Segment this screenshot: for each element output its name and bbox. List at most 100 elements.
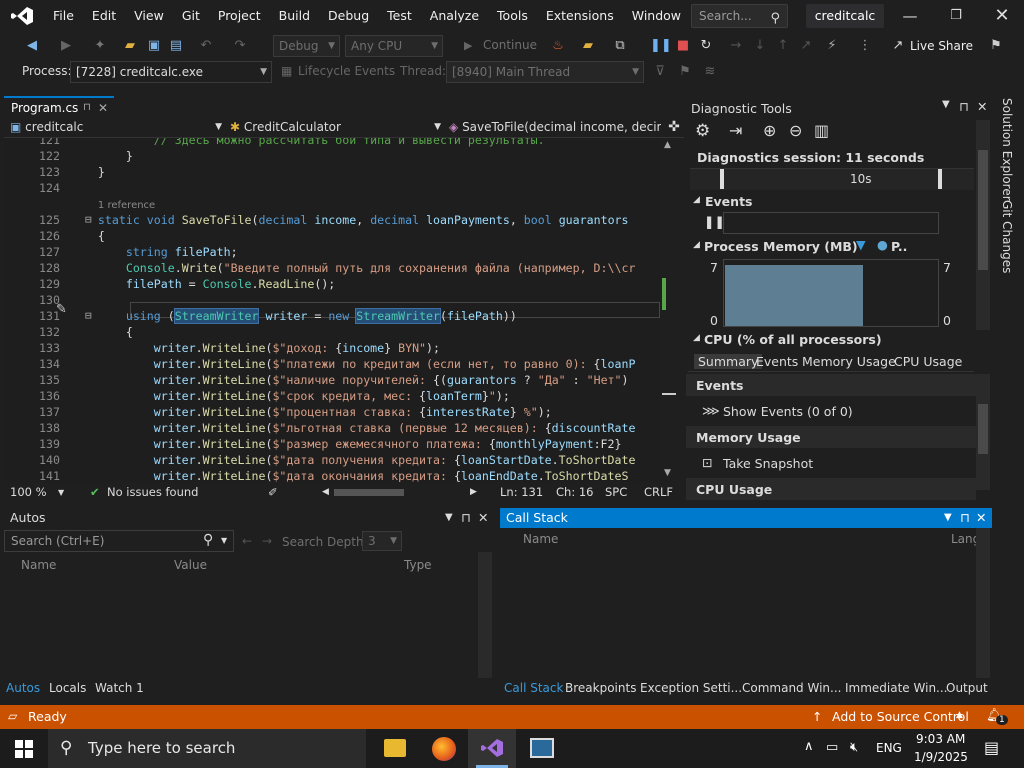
code-text[interactable]: string filePath;	[70, 244, 238, 260]
menu-project[interactable]: Project	[209, 0, 270, 32]
call-stack-scrollbar[interactable]	[976, 528, 990, 678]
chevron-down-icon[interactable]: ▼	[221, 536, 227, 545]
tab-call-stack[interactable]: Call Stack	[504, 679, 563, 697]
timeline-end-handle[interactable]	[938, 169, 942, 189]
lifecycle-events-button[interactable]: Lifecycle Events	[298, 64, 395, 78]
code-line[interactable]: 127 string filePath;	[4, 244, 660, 260]
code-text[interactable]: }	[70, 148, 133, 164]
search-back-icon[interactable]: ←	[242, 534, 252, 548]
brush-icon[interactable]: ✐	[268, 485, 278, 499]
redo-icon[interactable]: ↷	[230, 36, 250, 56]
code-line[interactable]: 126 {	[4, 228, 660, 244]
code-line[interactable]: 131 using (StreamWriter writer = new Str…	[4, 308, 660, 324]
code-text[interactable]: writer.WriteLine($"процентная ставка: {i…	[70, 404, 552, 420]
restore-icon[interactable]: ❐	[934, 0, 978, 32]
close-icon[interactable]: ✕	[980, 0, 1024, 32]
pin-icon[interactable]: ⊓	[461, 508, 471, 528]
undo-icon[interactable]: ↶	[196, 36, 216, 56]
line-ending[interactable]: CRLF	[644, 485, 673, 499]
zoom-level[interactable]: 100 %	[10, 485, 47, 499]
panel-menu-icon[interactable]: ▼	[942, 99, 950, 110]
tab-exception-setti[interactable]: Exception Setti...	[640, 679, 742, 697]
scroll-left-icon[interactable]: ◀	[322, 487, 329, 497]
code-text[interactable]: using (StreamWriter writer = new StreamW…	[70, 308, 517, 324]
forward-icon[interactable]: ▶	[56, 36, 76, 56]
console-window-icon[interactable]	[530, 738, 554, 758]
code-line[interactable]: 132 {	[4, 324, 660, 340]
code-line[interactable]: 133 writer.WriteLine($"доход: {income} B…	[4, 340, 660, 356]
tab-locals[interactable]: Locals	[49, 679, 86, 697]
code-text[interactable]: filePath = Console.ReadLine();	[70, 276, 335, 292]
pause-icon[interactable]: ❚❚	[650, 36, 672, 56]
column-number[interactable]: Ch: 16	[556, 485, 593, 499]
restart-icon[interactable]: ↻	[696, 36, 716, 56]
scrollbar-thumb[interactable]	[978, 150, 988, 270]
tab-breakpoints[interactable]: Breakpoints	[565, 679, 636, 697]
column-name[interactable]: Name	[21, 558, 56, 572]
close-panel-icon[interactable]: ✕	[976, 508, 986, 528]
tab-autos[interactable]: Autos	[6, 679, 40, 697]
code-line[interactable]: 135 writer.WriteLine($"наличие поручител…	[4, 372, 660, 388]
clock-date[interactable]: 1/9/2025	[914, 750, 968, 764]
network-icon[interactable]: ▭	[826, 740, 838, 755]
show-next-icon[interactable]: ↗	[796, 36, 816, 56]
pin-icon[interactable]: ⊓	[960, 508, 970, 528]
step-out-icon[interactable]: ↑	[773, 36, 793, 56]
menu-git[interactable]: Git	[173, 0, 209, 32]
code-line[interactable]: 123 }	[4, 164, 660, 180]
scroll-down-icon[interactable]: ▼	[664, 468, 671, 478]
solution-name[interactable]: creditcalc	[806, 4, 884, 28]
tab-memory-usage[interactable]: Memory Usage	[802, 354, 896, 369]
project-dropdown[interactable]: ▣ creditcalc ▼	[10, 118, 226, 138]
tab-summary[interactable]: Summary	[694, 354, 763, 369]
open-folder-icon[interactable]: ▰	[120, 36, 140, 56]
diagnostics-lower-scrollbar[interactable]	[976, 374, 990, 490]
close-panel-icon[interactable]: ✕	[977, 99, 987, 114]
code-text[interactable]: {	[70, 228, 105, 244]
code-line[interactable]: 128 Console.Write("Введите полный путь д…	[4, 260, 660, 276]
step-into-icon[interactable]: ↓	[750, 36, 770, 56]
language-indicator[interactable]: ENG	[876, 741, 902, 755]
menu-edit[interactable]: Edit	[83, 0, 125, 32]
collapse-icon[interactable]: ◢	[693, 240, 700, 250]
chevron-up-icon[interactable]: ▲	[956, 710, 963, 720]
panel-menu-icon[interactable]: ▼	[944, 508, 952, 528]
menu-tools[interactable]: Tools	[488, 0, 537, 32]
tab-cpu-usage[interactable]: CPU Usage	[894, 354, 962, 369]
thread-dropdown[interactable]: [8940] Main Thread ▼	[446, 61, 644, 83]
code-text[interactable]: writer.WriteLine($"размер ежемесячного п…	[70, 436, 622, 452]
back-icon[interactable]: ◀	[22, 36, 42, 56]
menu-extensions[interactable]: Extensions	[537, 0, 623, 32]
tab-solution-explorer[interactable]: Solution Explorer	[1000, 98, 1014, 201]
chevron-down-icon[interactable]: ▼	[58, 488, 64, 497]
visual-studio-logo-icon[interactable]	[10, 6, 34, 26]
clock-time[interactable]: 9:03 AM	[916, 732, 965, 746]
feedback-icon[interactable]: ⚑	[986, 36, 1006, 56]
pin-icon[interactable]: ⊓	[959, 99, 969, 114]
live-share-button[interactable]: Live Share	[910, 39, 973, 53]
tab-immediate-win[interactable]: Immediate Win...	[845, 679, 948, 697]
platform-dropdown[interactable]: Any CPU ▼	[345, 35, 443, 57]
filter-icon[interactable]: ⊽	[650, 62, 670, 82]
split-editor-icon[interactable]: ✜	[664, 118, 684, 138]
save-all-icon[interactable]: ▤	[166, 36, 186, 56]
code-text[interactable]: {	[70, 324, 133, 340]
show-events-link[interactable]: Show Events (0 of 0)	[723, 404, 853, 419]
search-forward-icon[interactable]: →	[262, 534, 272, 548]
code-line[interactable]: 137 writer.WriteLine($"процентная ставка…	[4, 404, 660, 420]
visual-studio-taskbar-button[interactable]	[468, 729, 516, 768]
chevron-up-icon[interactable]: ∧	[804, 739, 814, 754]
new-project-icon[interactable]: ✦	[90, 36, 110, 56]
browser-link-icon[interactable]: ⧉	[610, 36, 630, 56]
code-text[interactable]: Console.Write("Введите полный путь для с…	[70, 260, 636, 276]
code-text[interactable]: writer.WriteLine($"дата получения кредит…	[70, 452, 636, 468]
menu-file[interactable]: File	[44, 0, 83, 32]
customize-icon[interactable]: ⋮	[855, 36, 875, 56]
panel-menu-icon[interactable]: ▼	[445, 508, 453, 528]
code-line[interactable]: 140 writer.WriteLine($"дата получения кр…	[4, 452, 660, 468]
flag-icon[interactable]: ⚑	[675, 62, 695, 82]
add-to-source-control-button[interactable]: Add to Source Control	[832, 709, 969, 724]
taskbar-search-input[interactable]: ⚲ Type here to search	[48, 729, 366, 768]
pause-events-icon[interactable]: ❚❚	[704, 214, 725, 229]
settings-icon[interactable]: ⚙	[695, 121, 710, 141]
